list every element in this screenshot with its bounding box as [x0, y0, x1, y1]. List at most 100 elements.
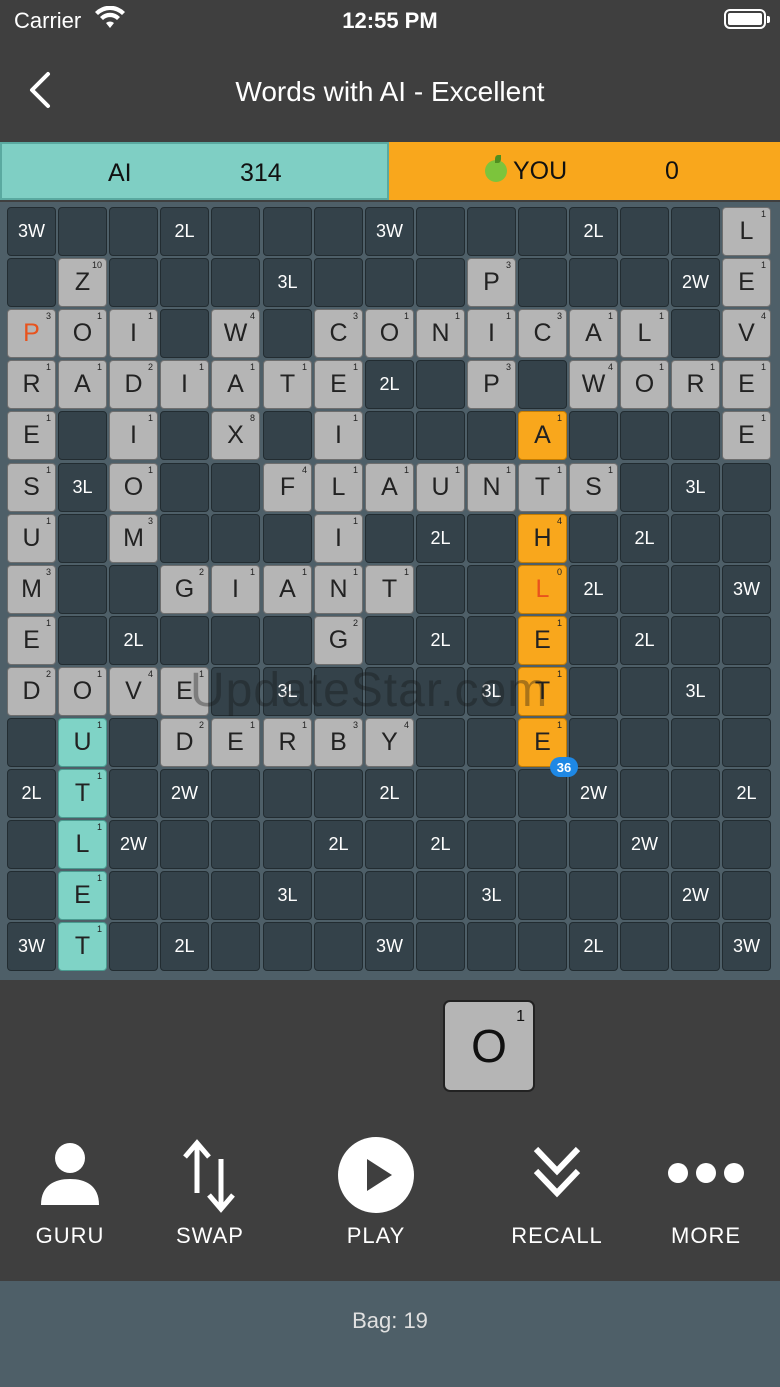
bonus-square[interactable]: 2L — [160, 207, 209, 256]
more-button[interactable]: MORE — [664, 1135, 748, 1275]
board-square[interactable] — [160, 820, 209, 869]
board-square[interactable] — [160, 871, 209, 920]
board-square[interactable] — [518, 922, 567, 971]
board-square[interactable] — [518, 820, 567, 869]
board-square[interactable] — [263, 820, 312, 869]
recall-button[interactable]: RECALL — [510, 1135, 604, 1275]
bonus-square[interactable]: 2L — [416, 820, 465, 869]
board-square[interactable] — [7, 871, 56, 920]
bonus-square[interactable]: 2L — [365, 360, 414, 409]
board-tile[interactable]: A1 — [518, 411, 567, 460]
board-square[interactable] — [365, 820, 414, 869]
board-square[interactable] — [211, 463, 260, 512]
board-square[interactable] — [467, 820, 516, 869]
bonus-square[interactable]: 3W — [365, 922, 414, 971]
board-square[interactable] — [518, 207, 567, 256]
board-square[interactable] — [416, 922, 465, 971]
bonus-square[interactable]: 2L — [365, 769, 414, 818]
board-square[interactable] — [263, 769, 312, 818]
board-square[interactable] — [211, 514, 260, 563]
board-square[interactable] — [671, 769, 720, 818]
board-square[interactable] — [263, 616, 312, 665]
bonus-square[interactable]: 3W — [722, 922, 771, 971]
bonus-square[interactable]: 2L — [160, 922, 209, 971]
board-square[interactable] — [518, 871, 567, 920]
board-square[interactable] — [620, 207, 669, 256]
board-square[interactable] — [620, 258, 669, 307]
guru-button[interactable]: GURU — [30, 1135, 110, 1275]
board-square[interactable] — [722, 718, 771, 767]
board-square[interactable] — [109, 565, 158, 614]
bonus-square[interactable]: 3L — [671, 463, 720, 512]
board-square[interactable] — [263, 922, 312, 971]
board-square[interactable] — [263, 514, 312, 563]
bonus-square[interactable]: 2L — [620, 514, 669, 563]
bonus-square[interactable]: 3L — [671, 667, 720, 716]
bonus-square[interactable]: 2L — [416, 514, 465, 563]
game-board[interactable]: 3W 2L 3W 2L L 1 Z 10 3L P 3 2W E 1 P 3 O 1 I 1 W 4 C 3 O 1 N 1 I 1 C 3 A… — [7, 207, 773, 973]
bonus-square[interactable]: 2W — [109, 820, 158, 869]
board-square[interactable] — [569, 718, 618, 767]
board-square[interactable] — [569, 411, 618, 460]
bonus-square[interactable]: 2W — [671, 871, 720, 920]
board-square[interactable] — [109, 258, 158, 307]
board-square[interactable] — [211, 258, 260, 307]
board-square[interactable] — [671, 207, 720, 256]
play-button[interactable]: PLAY — [330, 1135, 422, 1275]
board-square[interactable] — [671, 565, 720, 614]
board-square[interactable] — [671, 616, 720, 665]
board-square[interactable] — [620, 922, 669, 971]
board-square[interactable] — [620, 667, 669, 716]
board-square[interactable] — [467, 922, 516, 971]
rack-tile[interactable]: O 1 — [443, 1000, 535, 1092]
board-square[interactable] — [467, 514, 516, 563]
board-square[interactable] — [722, 820, 771, 869]
bonus-square[interactable]: 2W — [671, 258, 720, 307]
bonus-square[interactable]: 2L — [109, 616, 158, 665]
board-square[interactable] — [365, 871, 414, 920]
board-square[interactable] — [671, 309, 720, 358]
board-square[interactable] — [569, 616, 618, 665]
bonus-square[interactable]: 2L — [314, 820, 363, 869]
bonus-square[interactable]: 2L — [569, 922, 618, 971]
bonus-square[interactable]: 3W — [365, 207, 414, 256]
board-tile[interactable]: E1 — [518, 616, 567, 665]
bonus-square[interactable]: 3L — [263, 258, 312, 307]
board-square[interactable] — [211, 769, 260, 818]
board-square[interactable] — [263, 411, 312, 460]
board-square[interactable] — [58, 514, 107, 563]
board-square[interactable] — [620, 718, 669, 767]
bonus-square[interactable]: 2L — [7, 769, 56, 818]
board-tile[interactable]: H4 — [518, 514, 567, 563]
board-square[interactable] — [722, 616, 771, 665]
board-square[interactable] — [314, 871, 363, 920]
board-square[interactable] — [722, 514, 771, 563]
bonus-square[interactable]: 3L — [467, 871, 516, 920]
board-square[interactable] — [416, 258, 465, 307]
board-square[interactable] — [671, 718, 720, 767]
board-square[interactable] — [569, 871, 618, 920]
board-square[interactable] — [211, 207, 260, 256]
board-square[interactable] — [518, 360, 567, 409]
bonus-square[interactable]: 2W — [569, 769, 618, 818]
board-square[interactable] — [416, 207, 465, 256]
board-square[interactable] — [569, 820, 618, 869]
board-square[interactable] — [160, 463, 209, 512]
bonus-square[interactable]: 3W — [7, 922, 56, 971]
board-square[interactable] — [467, 769, 516, 818]
board-square[interactable] — [314, 769, 363, 818]
bonus-square[interactable]: 2L — [569, 565, 618, 614]
board-square[interactable] — [365, 258, 414, 307]
board-square[interactable] — [109, 871, 158, 920]
board-square[interactable] — [416, 411, 465, 460]
board-square[interactable] — [671, 922, 720, 971]
board-square[interactable] — [671, 411, 720, 460]
board-square[interactable] — [58, 616, 107, 665]
board-square[interactable] — [569, 258, 618, 307]
board-square[interactable] — [722, 463, 771, 512]
board-square[interactable] — [416, 769, 465, 818]
board-square[interactable] — [160, 309, 209, 358]
board-square[interactable] — [109, 769, 158, 818]
board-square[interactable] — [671, 514, 720, 563]
board-square[interactable] — [160, 514, 209, 563]
